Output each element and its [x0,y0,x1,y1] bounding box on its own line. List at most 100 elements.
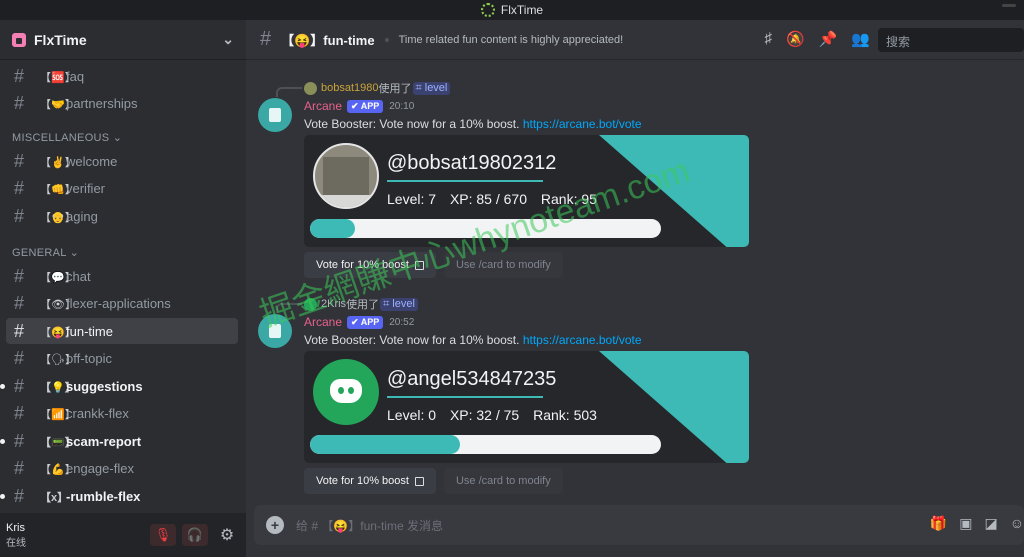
chat-area: # 【😝】fun-time Time related fun content i… [246,20,1024,557]
channel-item-aging[interactable]: # 【👴】 aging [6,203,238,229]
hash-icon: # [260,28,272,50]
category-general[interactable]: GENERAL ⌄ [12,246,79,259]
pin-icon[interactable]: 📌 [819,30,838,48]
window-control[interactable] [1002,4,1016,7]
card-stats: Level: 0 XP: 32 / 75 Rank: 503 [387,407,607,423]
channel-item-engage-flex[interactable]: # 【💪】 engage-flex [6,455,238,481]
channel-emoji: 【x】 [40,492,69,504]
channel-topic[interactable]: Time related fun content is highly appre… [399,34,624,46]
card-stats: Level: 7 XP: 85 / 670 Rank: 95 [387,191,607,207]
reply-context[interactable]: 2Kris 使用了 ⌗ level [276,296,418,313]
sticker-icon[interactable]: ◪ [984,515,997,532]
search-input[interactable]: 搜索 [878,28,1024,52]
vote-button[interactable]: Vote for 10% boost [304,252,436,278]
channel-item-off-topic[interactable]: # 【🗣】 off-topic [6,345,238,371]
channel-item-crankk-flex[interactable]: # 【📶】 crankk-flex [6,400,238,426]
channel-label: verifier [66,180,106,196]
trash-icon [269,324,281,338]
vote-button-label: Vote for 10% boost [316,475,409,487]
channel-label: off-topic [66,350,113,366]
command-mention[interactable]: ⌗ level [412,81,451,95]
user-status: 在线 [6,537,26,549]
gear-icon[interactable]: ⚙ [214,524,240,546]
channel-emoji: 【🆘】 [40,72,76,84]
channel-item-scam-report[interactable]: # 【📟】 scam-report [0,428,238,454]
gif-icon[interactable]: ▣ [959,515,972,532]
channel-item-flexer-applications[interactable]: # 【👁】 flexer-applications [6,290,238,316]
reply-user[interactable]: 2Kris [321,298,346,310]
emoji-icon[interactable]: ☺ [1010,515,1024,532]
channel-emoji: 【💬】 [40,272,76,284]
channel-item-faq[interactable]: # 【🆘】 faq [6,63,238,89]
xp-label: XP: 32 / 75 [449,407,520,423]
reply-spine [276,87,302,97]
channel-label: fun-time [66,323,113,339]
server-header[interactable]: FlxTime ⌄ [0,20,246,60]
channel-item-verifier[interactable]: # 【👊】 verifier [6,175,238,201]
channel-emoji: 【📟】 [40,437,76,449]
modify-card-button[interactable]: Use /card to modify [443,468,563,494]
headphones-muted-icon[interactable]: 🎧 [182,524,208,546]
message-composer[interactable]: + 给 # 【😝】fun-time 发消息 🎁 ▣ ◪ ☺ [254,505,1024,545]
vote-link[interactable]: https://arcane.bot/vote [523,333,642,347]
members-icon[interactable]: 👥 [851,30,870,48]
hash-icon: # [14,177,25,198]
modify-card-button[interactable]: Use /card to modify [443,252,563,278]
channel-item-fun-time[interactable]: # 【😝】 fun-time [6,318,238,344]
channel-item-rumble-flex[interactable]: # 【x】 -rumble-flex [0,483,238,509]
avatar [304,81,317,95]
xp-label: XP: 85 / 670 [449,191,527,207]
category-label: GENERAL [12,247,67,259]
message-input[interactable]: 给 # 【😝】fun-time 发消息 [296,517,443,534]
channel-emoji: 【😝】 [40,327,76,339]
avatar[interactable] [258,98,292,132]
unread-dot [0,494,5,499]
level-label: Level: 0 [387,407,437,423]
author-name[interactable]: Arcane [304,99,342,113]
category-label: MISCELLANEOUS [12,132,110,144]
channel-emoji: 【👁】 [40,299,76,311]
channel-emoji: 【✌】 [40,157,76,169]
channel-title: 【😝】fun-time [281,33,375,48]
gift-icon[interactable]: 🎁 [930,515,947,532]
mic-muted-icon[interactable]: 🎙 [150,524,176,546]
reply-spine [276,303,302,313]
app-logo-icon [480,3,495,17]
reply-context[interactable]: bobsat1980 使用了 ⌗ level [276,80,451,97]
channel-label: scam-report [66,433,142,449]
reply-action: 使用了 [346,299,380,311]
channel-emoji: 【📶】 [40,409,76,421]
channel-label: suggestions [66,378,143,394]
vote-button[interactable]: Vote for 10% boost [304,468,436,494]
vote-button-label: Vote for 10% boost [316,259,409,271]
xp-progress-fill [310,219,355,238]
command-mention[interactable]: ⌗ level [380,297,418,311]
chevron-down-icon[interactable]: ⌄ [222,31,234,48]
plus-icon[interactable]: + [266,516,284,534]
channel-item-chat[interactable]: # 【💬】 chat [6,263,238,289]
timestamp: 20:10 [389,100,415,112]
author-name[interactable]: Arcane [304,315,342,329]
server-name: FlxTime [34,31,87,48]
message-body: Vote Booster: Vote now for a 10% boost. … [304,333,642,347]
channel-label: chat [66,268,91,284]
rank-label: Rank: 503 [533,407,597,423]
hash-icon: # [14,430,25,451]
hash-icon: # [14,402,25,423]
bell-muted-icon[interactable]: 🔕 [786,30,805,48]
divider [387,180,543,182]
reply-user[interactable]: bobsat1980 [321,82,379,94]
message-text: Vote Booster: Vote now for a 10% boost. [304,333,520,347]
channel-item-partnerships[interactable]: # 【🤝】 partnerships [6,90,238,116]
channel-item-suggestions[interactable]: # 【💡】 suggestions [0,373,238,399]
user-info[interactable]: Kris 在线 [6,522,26,549]
category-miscellaneous[interactable]: MISCELLANEOUS ⌄ [12,131,122,144]
avatar[interactable] [258,314,292,348]
hash-icon: # [14,292,25,313]
server-icon [12,32,26,47]
hash-icon: # [14,150,25,171]
vote-link[interactable]: https://arcane.bot/vote [523,117,642,131]
level-label: Level: 7 [387,191,437,207]
threads-icon[interactable]: ♯ [764,30,772,48]
channel-item-welcome[interactable]: # 【✌】 welcome [6,148,238,174]
